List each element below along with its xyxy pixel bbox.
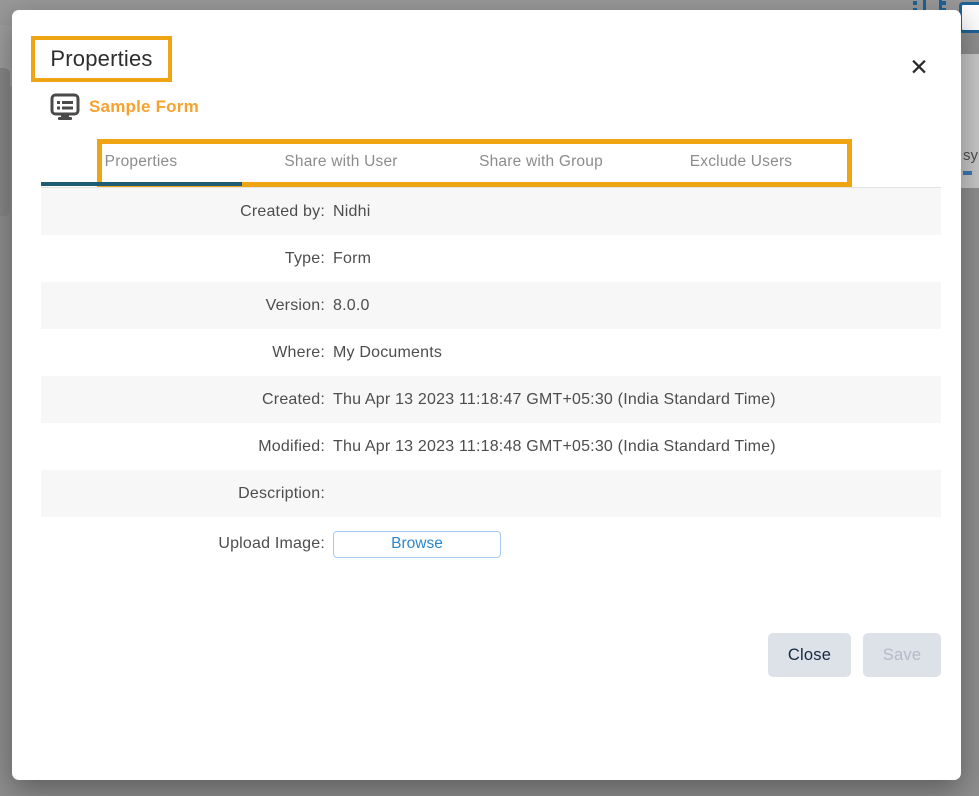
properties-dialog: Properties ✕ Sample Form Properties Shar…: [12, 10, 961, 780]
apps-icon-dot: [913, 1, 917, 5]
property-label: Description:: [238, 484, 325, 502]
form-name: Sample Form: [89, 97, 199, 116]
property-value: Thu Apr 13 2023 11:18:47 GMT+05:30 (Indi…: [333, 390, 776, 408]
tab-exclude-users[interactable]: Exclude Users: [641, 137, 841, 187]
property-value: Thu Apr 13 2023 11:18:48 GMT+05:30 (Indi…: [333, 437, 776, 455]
background-card-fragment: [0, 68, 10, 216]
property-label: Type:: [284, 249, 325, 267]
browse-button[interactable]: Browse: [333, 530, 501, 558]
table-row: Created: Thu Apr 13 2023 11:18:47 GMT+05…: [41, 376, 941, 423]
table-row: Type: Form: [41, 235, 941, 282]
property-label: Created:: [262, 390, 325, 408]
property-label: Modified:: [258, 437, 325, 455]
property-value: My Documents: [333, 343, 443, 361]
table-row: Description:: [41, 470, 941, 517]
property-label: Created by:: [240, 202, 325, 220]
property-label: Where:: [272, 343, 325, 361]
table-row: Where: My Documents: [41, 329, 941, 376]
tab-share-with-user[interactable]: Share with User: [241, 137, 441, 187]
save-button[interactable]: Save: [863, 633, 941, 677]
table-row: Version: 8.0.0: [41, 282, 941, 329]
property-value: Form: [333, 249, 372, 267]
title-annotation-box: Properties: [31, 36, 172, 82]
table-row-upload-image: Upload Image: Browse: [41, 517, 941, 571]
tab-share-with-group[interactable]: Share with Group: [441, 137, 641, 187]
apps-icon-dot: [942, 1, 946, 5]
form-icon: [50, 93, 80, 120]
table-row: Created by: Nidhi: [41, 188, 941, 235]
property-label: Upload Image:: [218, 535, 325, 552]
background-link-underline: [963, 171, 972, 175]
property-value: 8.0.0: [333, 296, 370, 314]
background-panel-fragment: [961, 54, 979, 188]
form-identity: Sample Form: [50, 92, 199, 122]
tab-properties[interactable]: Properties: [41, 137, 241, 187]
tab-bar: Properties Share with User Share with Gr…: [41, 137, 941, 187]
table-row: Modified: Thu Apr 13 2023 11:18:48 GMT+0…: [41, 423, 941, 470]
properties-table: Created by: Nidhi Type: Form Version: 8.…: [41, 188, 941, 571]
property-label: Version:: [265, 296, 325, 314]
background-button-fragment: [959, 2, 979, 33]
close-icon[interactable]: ✕: [904, 52, 934, 82]
dialog-title: Properties: [50, 46, 153, 71]
active-tab-indicator: [41, 182, 242, 186]
close-button[interactable]: Close: [768, 633, 851, 677]
background-partial-text: sy: [963, 147, 978, 164]
property-value: Nidhi: [333, 202, 371, 220]
